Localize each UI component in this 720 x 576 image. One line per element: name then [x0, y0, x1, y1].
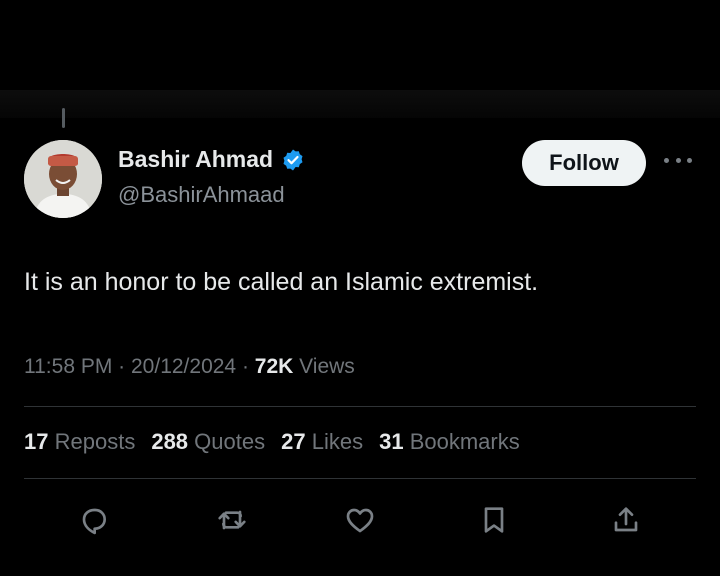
stat-label: Bookmarks — [409, 429, 520, 454]
reposts-stat[interactable]: 17 Reposts — [24, 429, 135, 455]
author-handle[interactable]: @BashirAhmaad — [118, 182, 285, 208]
meta-separator: · — [118, 355, 131, 378]
share-icon — [614, 507, 638, 532]
top-band — [0, 90, 720, 118]
bookmark-button[interactable] — [474, 498, 514, 542]
likes-stat[interactable]: 27 Likes — [281, 429, 363, 455]
tweet-text: It is an honor to be called an Islamic e… — [24, 268, 539, 296]
more-dot — [664, 157, 669, 163]
stat-value: 31 — [379, 429, 404, 454]
more-dot — [675, 157, 681, 163]
reply-button[interactable] — [74, 498, 114, 542]
share-button[interactable] — [606, 498, 646, 542]
reply-icon — [82, 508, 106, 535]
views-label: Views — [299, 355, 355, 378]
meta-separator: · — [241, 355, 255, 378]
author-name-row: Bashir Ahmad — [118, 146, 305, 173]
like-icon — [346, 508, 374, 533]
verified-icon — [283, 149, 303, 170]
divider — [24, 406, 696, 407]
follow-button[interactable]: Follow — [522, 140, 646, 186]
stat-value: 27 — [281, 429, 306, 454]
stat-label: Quotes — [194, 429, 266, 454]
stat-value: 288 — [151, 429, 189, 454]
bookmark-icon — [484, 507, 504, 533]
tweet-date[interactable]: 20/12/2024 — [131, 355, 236, 378]
repost-button[interactable] — [212, 498, 252, 542]
views-count: 72K — [254, 355, 294, 378]
bookmarks-stat[interactable]: 31 Bookmarks — [379, 429, 520, 455]
thread-line — [62, 108, 65, 128]
tweet-meta: 11:58 PM · 20/12/2024 · 72K Views — [24, 355, 355, 379]
stats-row: 17 Reposts 288 Quotes 27 Likes 31 Bookma… — [24, 429, 520, 455]
repost-icon — [218, 510, 246, 530]
divider — [24, 478, 696, 479]
more-icon[interactable] — [664, 150, 692, 170]
action-bar — [0, 498, 720, 542]
more-dot — [687, 157, 692, 163]
avatar[interactable] — [24, 140, 102, 218]
like-button[interactable] — [340, 498, 380, 542]
author-name[interactable]: Bashir Ahmad — [118, 146, 273, 173]
stat-label: Likes — [311, 429, 364, 454]
quotes-stat[interactable]: 288 Quotes — [151, 429, 265, 455]
stat-value: 17 — [24, 429, 49, 454]
tweet-time[interactable]: 11:58 PM — [24, 355, 112, 378]
stat-label: Reposts — [54, 429, 136, 454]
